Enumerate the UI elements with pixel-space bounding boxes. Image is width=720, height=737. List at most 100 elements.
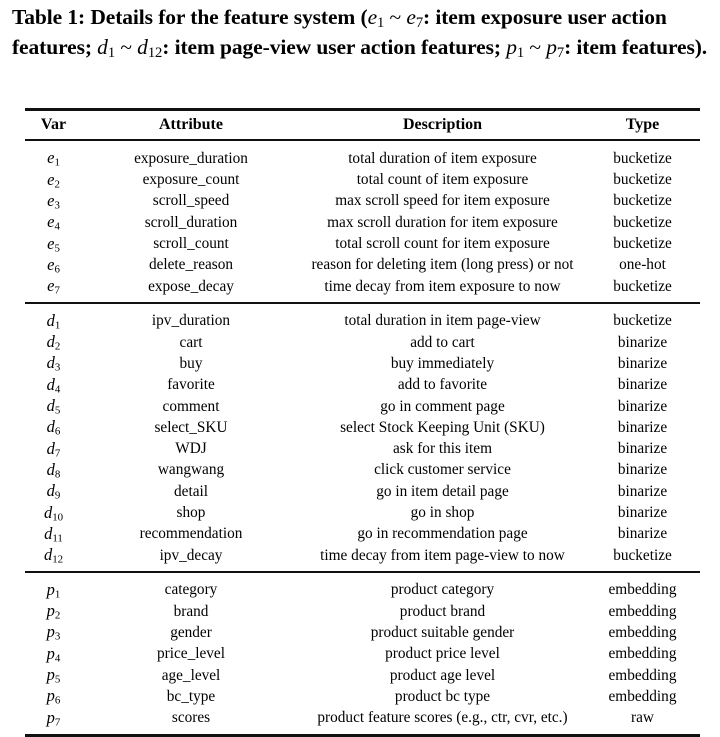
variable-subscript: 6	[54, 263, 60, 276]
cell-description: buy immediately	[390, 354, 495, 372]
variable-symbol: d12	[43, 545, 64, 566]
cell-attribute: ipv_decay	[159, 546, 223, 564]
variable-symbol: p5	[46, 665, 61, 686]
variable-symbol: d10	[43, 502, 64, 524]
cell-type: bucketize	[613, 171, 672, 189]
cell-attribute: exposure_duration	[134, 149, 248, 167]
table-row: e3 scroll_speed max scroll speed for item …	[25, 191, 700, 212]
cell-type: binarize	[617, 354, 668, 372]
variable-subscript: 2	[54, 178, 60, 191]
cell-type: one-hot	[619, 256, 666, 274]
variable-symbol: p3	[46, 622, 61, 644]
cell-attribute: select_SKU	[154, 418, 228, 436]
cell-type: binarize	[617, 440, 668, 458]
table-row: e2 exposure_count total count of item expo…	[25, 170, 700, 191]
cell-var: p3	[25, 622, 82, 643]
column-header-var: Var	[40, 116, 67, 133]
cell-type: bucketize	[613, 192, 672, 210]
caption-symbol-p7: p7	[546, 35, 565, 62]
table-row: d2 cart add to cart binarize	[25, 332, 700, 353]
table-row: d8 wangwang click customer service binarize	[25, 460, 700, 481]
caption-symbol-p1: p1	[506, 35, 525, 62]
table-row: p5 age_level product age level embedding	[25, 665, 700, 686]
cell-description: total duration in item page-view	[344, 312, 541, 330]
cell-attribute: favorite	[167, 376, 215, 394]
caption-symbol-d1: d1	[97, 35, 116, 62]
cell-attribute: scores	[171, 709, 211, 727]
cell-type: embedding	[608, 645, 677, 663]
cell-attribute: brand	[173, 602, 209, 620]
spacer-after-rule-2	[25, 573, 700, 580]
cell-var: d2	[25, 332, 82, 353]
column-header-type: Type	[625, 116, 660, 133]
spacer-after-header	[25, 141, 700, 148]
cell-var: d9	[25, 481, 82, 502]
cell-var: d10	[25, 503, 82, 524]
table-row: d10 shop go in shop binarize	[25, 503, 700, 524]
variable-symbol: d11	[44, 523, 63, 545]
cell-type: embedding	[608, 581, 677, 599]
table-row: p7 scores product feature scores (e.g., ct…	[25, 708, 700, 729]
cell-description: reason for deleting item (long press) or…	[311, 256, 574, 274]
cell-type: embedding	[608, 666, 677, 684]
caption-tilde-1: ~	[389, 5, 402, 29]
variable-subscript: 3	[54, 199, 60, 212]
cell-attribute: wangwang	[157, 461, 225, 479]
cell-attribute: expose_decay	[148, 277, 234, 295]
cell-description: max scroll speed for item exposure	[335, 192, 550, 210]
variable-subscript: 5	[54, 242, 60, 255]
variable-symbol: e3	[47, 190, 60, 212]
cell-description: total count of item exposure	[356, 171, 529, 189]
cell-var: p7	[25, 708, 82, 729]
cell-attribute: age_level	[161, 666, 221, 684]
cell-description: go in recommendation page	[357, 525, 528, 543]
cell-var: d5	[25, 396, 82, 417]
variable-subscript: 4	[54, 652, 61, 665]
table-row: d5 comment go in comment page binarize	[25, 396, 700, 417]
table-row: p2 brand product brand embedding	[25, 601, 700, 622]
cell-attribute: comment	[162, 397, 220, 415]
cell-var: e4	[25, 212, 82, 233]
caption-tilde-3: ~	[529, 35, 541, 59]
variable-subscript: 2	[54, 340, 61, 353]
table-row: e4 scroll_duration max scroll duration for…	[25, 212, 700, 233]
table-section-page-view: d1 ipv_duration total duration in item pag…	[25, 311, 700, 567]
variable-symbol: p1	[46, 579, 61, 601]
cell-type: bucketize	[613, 546, 672, 564]
document-page: Table 1: Details for the feature system …	[0, 0, 720, 737]
variable-subscript: 9	[54, 489, 61, 502]
table-caption: Table 1: Details for the feature system …	[12, 2, 712, 62]
cell-attribute: gender	[170, 623, 212, 641]
cell-type: binarize	[617, 525, 668, 543]
cell-description: go in shop	[410, 504, 475, 522]
cell-description: product price level	[385, 645, 500, 663]
cell-attribute: ipv_duration	[151, 312, 231, 330]
variable-symbol: e2	[47, 169, 60, 191]
caption-text-3: : item features).	[564, 35, 708, 59]
variable-symbol: e6	[47, 254, 60, 276]
variable-symbol: d7	[46, 438, 61, 460]
cell-type: bucketize	[613, 235, 672, 253]
cell-attribute: scroll_duration	[144, 213, 238, 231]
cell-var: e6	[25, 255, 82, 276]
cell-description: total scroll count for item exposure	[335, 235, 550, 253]
table-row: e6 delete_reason reason for deleting item …	[25, 255, 700, 276]
variable-subscript: 8	[54, 468, 61, 481]
cell-description: product suitable gender	[370, 623, 515, 641]
column-header-attribute: Attribute	[159, 116, 223, 133]
cell-var: e2	[25, 170, 82, 191]
cell-description: click customer service	[374, 461, 511, 479]
cell-description: total duration of item exposure	[348, 149, 537, 167]
variable-symbol: d1	[46, 310, 61, 332]
cell-var: d11	[25, 524, 82, 545]
cell-var: d3	[25, 353, 82, 374]
cell-attribute: WDJ	[175, 440, 207, 458]
table-row: e5 scroll_count total scroll count for ite…	[25, 234, 700, 255]
variable-symbol: d5	[46, 396, 61, 417]
variable-subscript: 4	[54, 221, 60, 233]
cell-attribute: scroll_count	[153, 235, 229, 253]
variable-symbol: d8	[46, 459, 61, 481]
cell-attribute: buy	[179, 354, 203, 372]
variable-subscript: 3	[54, 631, 61, 644]
variable-subscript: 10	[52, 511, 64, 524]
